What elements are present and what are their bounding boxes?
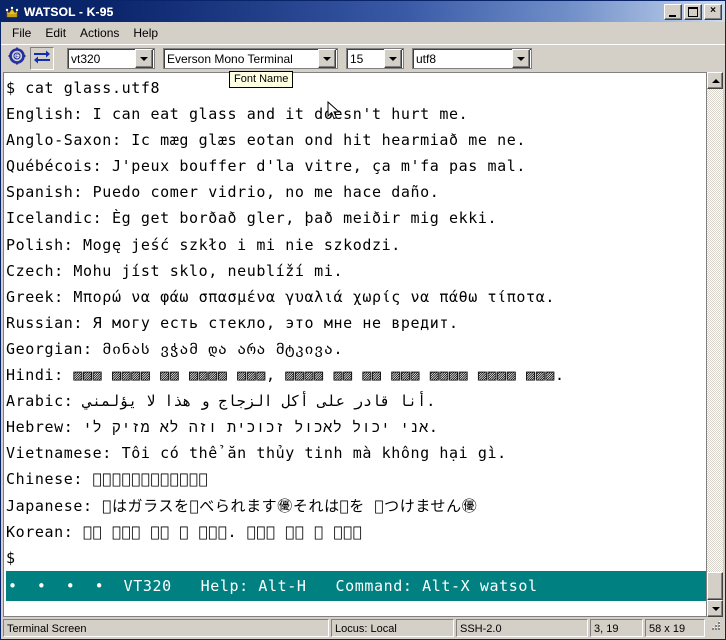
- terminal-line: English: I can eat glass and it doesn't …: [6, 105, 469, 124]
- terminal-screen[interactable]: $ cat glass.utf8 English: I can eat glas…: [4, 73, 706, 616]
- crown-icon: [4, 3, 20, 20]
- vertical-scrollbar[interactable]: [706, 72, 723, 617]
- terminal-line: Polish: Mogę jeść szkło i mi nie szkodzi…: [6, 235, 401, 254]
- chevron-down-icon[interactable]: [384, 49, 402, 68]
- terminal-line: Czech: Mohu jíst sklo, neublíží mi.: [6, 261, 344, 280]
- terminal-line: Vietnamese: Tôi có thể ăn thủy tinh mà k…: [6, 444, 507, 463]
- menu-item-actions[interactable]: Actions: [73, 24, 126, 42]
- minimize-button[interactable]: [664, 3, 682, 20]
- menu-bar: File Edit Actions Help: [1, 22, 725, 44]
- transfer-arrows-icon: [33, 48, 51, 69]
- encoding-value: utf8: [416, 51, 437, 66]
- maximize-button[interactable]: [684, 3, 702, 20]
- scrollbar-thumb[interactable]: [707, 572, 723, 600]
- window-title: WATSOL - K-95: [24, 4, 114, 19]
- terminal-line: Québécois: J'peux bouffer d'la vitre, ça…: [6, 157, 527, 176]
- terminal-line: Hindi: ▨▨▨ ▨▨▨▨ ▨▨ ▨▨▨▨ ▨▨▨, ▨▨▨▨ ▨▨ ▨▨ …: [6, 366, 565, 385]
- menu-item-file[interactable]: File: [5, 24, 38, 42]
- font-name-combo[interactable]: Everson Mono Terminal: [163, 48, 338, 69]
- terminal-frame: $ cat glass.utf8 English: I can eat glas…: [3, 72, 706, 617]
- terminal-line: Greek: Μπορώ να φάω σπασμένα γυαλιά χωρί…: [6, 287, 555, 306]
- menu-item-edit[interactable]: Edit: [38, 24, 73, 42]
- terminal-line: Anglo-Saxon: Ic mæg glæs eotan ond hit h…: [6, 131, 527, 150]
- status-position: 3, 19: [590, 619, 643, 637]
- encoding-combo[interactable]: utf8: [412, 48, 532, 69]
- terminal-line: Spanish: Puedo comer vidrio, no me hace …: [6, 183, 440, 202]
- terminal-line: Icelandic: Èg get borðað gler, það meiði…: [6, 209, 498, 228]
- scrollbar-track[interactable]: [707, 89, 723, 600]
- terminal-status-line: • • • • VT320 Help: Alt-H Command: Alt-X…: [6, 570, 706, 601]
- terminal-line: Hebrew: אני יכול לאכול זכוכית וזה לא מזי…: [6, 418, 439, 437]
- font-name-value: Everson Mono Terminal: [167, 51, 293, 66]
- close-button[interactable]: ×: [704, 3, 722, 20]
- status-bar: Terminal Screen Locus: Local SSH-2.0 3, …: [1, 617, 725, 639]
- font-size-value: 15: [350, 51, 364, 66]
- terminal-line: Georgian: მინას ვჭამ და არა მტკივა.: [6, 339, 344, 358]
- window-controls: ×: [664, 3, 722, 20]
- resize-grip-icon[interactable]: [707, 619, 723, 637]
- status-dimensions: 58 x 19: [645, 619, 705, 637]
- connection-settings-button[interactable]: E: [5, 47, 29, 70]
- connection-settings-icon: E: [8, 47, 26, 70]
- terminal-line: Japanese: 􀀀はガラスを􀀀べられます㊝それは􀀀を 􀀀つけません㊝: [6, 496, 478, 515]
- transfer-arrows-button[interactable]: [30, 47, 54, 70]
- terminal-type-value: vt320: [71, 51, 101, 66]
- status-protocol: SSH-2.0: [456, 619, 588, 637]
- terminal-line: Korean: 􀀀􀀀 􀀀􀀀􀀀 􀀀􀀀 􀀀 􀀀􀀀􀀀. 􀀀􀀀􀀀 􀀀􀀀 􀀀 􀀀􀀀􀀀: [6, 522, 363, 541]
- application-window: WATSOL - K-95 × File Edit Actions Help E…: [0, 0, 726, 640]
- terminal-line: Arabic: أنا قادر على أكل الزجاج و هذا لا…: [6, 392, 436, 411]
- status-message: Terminal Screen: [3, 619, 329, 637]
- terminal-line: Russian: Я могу есть стекло, это мне не …: [6, 313, 459, 332]
- scroll-up-arrow-icon[interactable]: [707, 72, 723, 89]
- scroll-down-arrow-icon[interactable]: [707, 600, 723, 617]
- chevron-down-icon[interactable]: [318, 49, 336, 68]
- chevron-down-icon[interactable]: [512, 49, 530, 68]
- menu-item-help[interactable]: Help: [126, 24, 165, 42]
- font-name-tooltip: Font Name: [229, 71, 294, 88]
- terminal-line: Chinese: 􀀀􀀀􀀀􀀀􀀀􀀀􀀀􀀀􀀀􀀀􀀀㊝: [6, 470, 209, 489]
- terminal-line: $: [6, 548, 16, 567]
- status-locus: Locus: Local: [331, 619, 454, 637]
- terminal-type-combo[interactable]: vt320: [67, 48, 155, 69]
- font-size-combo[interactable]: 15: [346, 48, 404, 69]
- toolbar: E vt320 Everson Mono Terminal 15 utf8 Fo…: [1, 44, 725, 120]
- terminal-area: $ cat glass.utf8 English: I can eat glas…: [1, 72, 725, 617]
- svg-text:E: E: [15, 54, 19, 61]
- terminal-line: $ cat glass.utf8: [6, 79, 161, 97]
- title-bar: WATSOL - K-95 ×: [1, 1, 725, 22]
- chevron-down-icon[interactable]: [135, 49, 153, 68]
